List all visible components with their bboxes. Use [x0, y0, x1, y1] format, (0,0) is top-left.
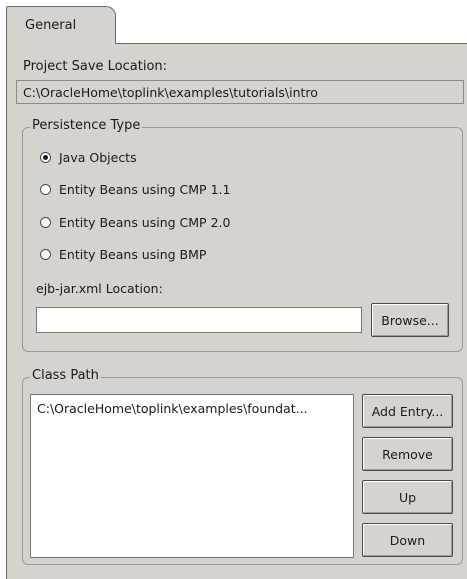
radio-java-objects-label: Java Objects [59, 150, 137, 165]
radio-entity-cmp-2-0-label: Entity Beans using CMP 2.0 [59, 215, 231, 230]
radio-entity-bmp-label: Entity Beans using BMP [59, 247, 207, 262]
tab-general-label: General [25, 18, 77, 33]
radio-java-objects-indicator[interactable] [40, 152, 51, 163]
class-path-list[interactable]: C:\OracleHome\toplink\examples\foundat..… [30, 394, 354, 558]
project-save-location-field: C:\OracleHome\toplink\examples\tutorials… [16, 80, 464, 104]
add-entry-button[interactable]: Add Entry... [362, 394, 453, 428]
radio-entity-bmp[interactable]: Entity Beans using BMP [40, 247, 206, 262]
list-item[interactable]: C:\OracleHome\toplink\examples\foundat..… [31, 395, 353, 422]
ejb-jar-location-input[interactable] [36, 307, 362, 333]
remove-button[interactable]: Remove [362, 437, 453, 471]
class-path-legend: Class Path [30, 368, 101, 383]
radio-entity-cmp-1-1-indicator[interactable] [40, 184, 51, 195]
browse-button[interactable]: Browse... [371, 303, 449, 337]
ejb-jar-location-label: ejb-jar.xml Location: [36, 281, 163, 296]
radio-entity-cmp-1-1[interactable]: Entity Beans using CMP 1.1 [40, 182, 230, 197]
radio-entity-cmp-1-1-label: Entity Beans using CMP 1.1 [59, 182, 231, 197]
persistence-type-legend: Persistence Type [30, 118, 143, 133]
radio-entity-cmp-2-0[interactable]: Entity Beans using CMP 2.0 [40, 215, 230, 230]
tab-general[interactable]: General [6, 6, 116, 44]
down-button[interactable]: Down [362, 523, 453, 557]
radio-entity-cmp-2-0-indicator[interactable] [40, 217, 51, 228]
radio-entity-bmp-indicator[interactable] [40, 249, 51, 260]
project-save-location-label: Project Save Location: [23, 59, 168, 74]
project-save-location-value: C:\OracleHome\toplink\examples\tutorials… [23, 85, 318, 100]
up-button[interactable]: Up [362, 480, 453, 514]
radio-java-objects[interactable]: Java Objects [40, 150, 137, 165]
general-settings-window: General Project Save Location: C:\Oracle… [0, 0, 467, 579]
